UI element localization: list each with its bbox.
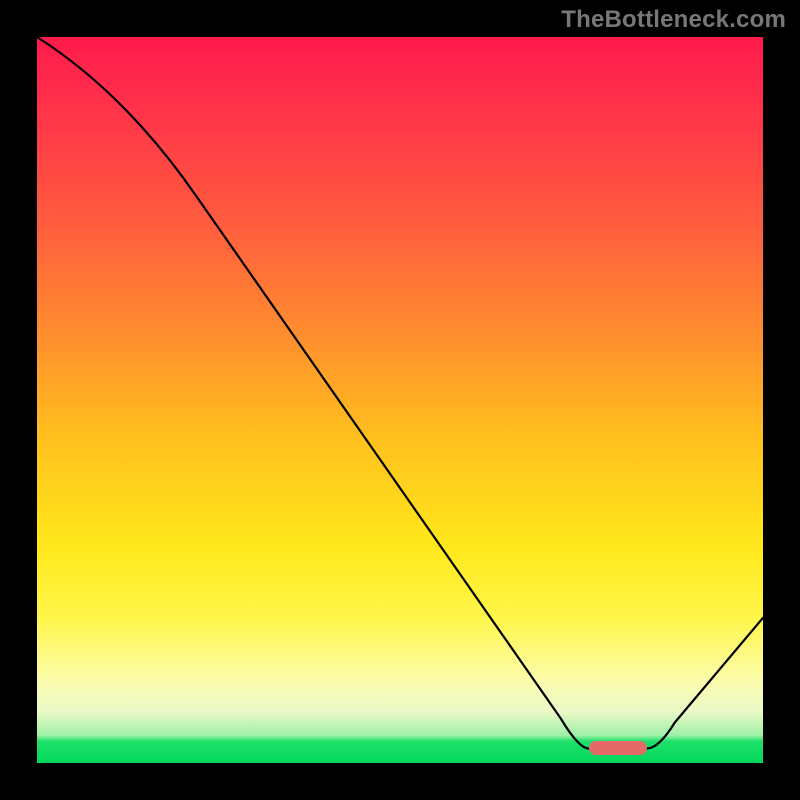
optimal-marker-wrap [589,741,647,755]
bottleneck-curve [37,37,763,749]
plot-area [37,37,763,763]
curve-svg [37,37,763,763]
optimal-marker [589,741,647,755]
chart-frame: TheBottleneck.com [0,0,800,800]
watermark-text: TheBottleneck.com [561,6,786,34]
